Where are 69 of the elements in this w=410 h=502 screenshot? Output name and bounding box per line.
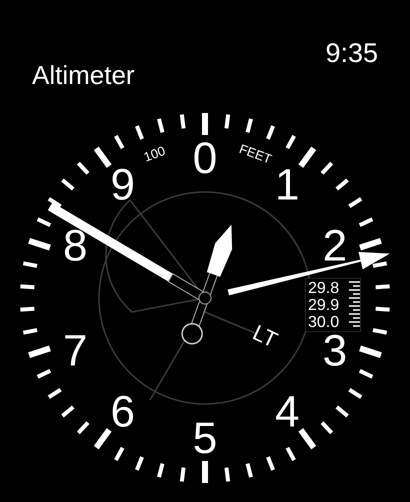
scale-tick xyxy=(372,328,388,335)
scale-tick xyxy=(202,113,208,135)
scale-tick xyxy=(94,146,112,168)
center-pivot xyxy=(198,291,212,305)
scale-tick xyxy=(246,118,253,133)
scale-tick xyxy=(348,388,362,399)
scale-tick xyxy=(76,162,90,175)
altitude-label: LT xyxy=(249,320,282,353)
scale-tick xyxy=(94,428,112,450)
scale-tick xyxy=(335,178,349,191)
scale-tick xyxy=(202,461,208,483)
dial-number: 8 xyxy=(62,222,88,271)
scale-tick xyxy=(28,346,51,358)
scale-tick xyxy=(359,238,382,250)
scale-tick xyxy=(376,284,390,290)
scale-tick xyxy=(359,346,382,358)
scale-tick xyxy=(224,114,230,129)
scale-tick xyxy=(135,456,144,471)
app-title: Altimeter xyxy=(32,60,135,91)
scale-tick xyxy=(157,118,164,133)
scale-tick xyxy=(372,261,388,268)
baro-ruler-drawing xyxy=(349,281,360,327)
dial-number: 7 xyxy=(62,326,88,376)
scale-tick xyxy=(224,467,230,482)
scale-tick xyxy=(157,463,164,478)
scale-tick xyxy=(286,446,296,462)
scale-tick xyxy=(376,306,390,312)
dial-number: 9 xyxy=(110,160,135,210)
scale-tick xyxy=(28,238,51,250)
scale-tick xyxy=(320,421,334,434)
baro-window xyxy=(305,278,361,332)
scale-tick xyxy=(36,217,52,227)
scale-tick xyxy=(348,197,362,208)
scale-tick xyxy=(320,162,334,175)
dial-number: 4 xyxy=(275,387,300,436)
scale-tick xyxy=(266,125,275,140)
scale-tick xyxy=(298,428,316,450)
scale-tick xyxy=(180,467,186,482)
scale-tick xyxy=(135,125,144,140)
dial-number: 1 xyxy=(275,160,300,210)
scale-tick xyxy=(48,388,62,399)
scale-tick xyxy=(335,405,349,418)
scale-tick xyxy=(20,306,34,312)
scale-tick xyxy=(180,114,186,129)
scale-tick xyxy=(286,134,296,150)
scale-tick xyxy=(22,261,38,268)
scale-tick xyxy=(358,217,374,227)
scale-tick xyxy=(114,446,124,462)
scale-tick xyxy=(20,284,34,290)
clock-time: 9:35 xyxy=(325,38,378,69)
scale-tick xyxy=(358,369,374,379)
scale-tick xyxy=(298,146,316,168)
baro-reading: 29.8 xyxy=(308,280,340,297)
scale-tick xyxy=(61,405,75,418)
scale-tick xyxy=(76,421,90,434)
scale-tick xyxy=(22,328,38,335)
scale-tick xyxy=(36,369,52,379)
scale-label: 100 xyxy=(142,143,168,165)
baro-reading: 29.9 xyxy=(308,297,340,314)
scale-tick xyxy=(266,456,275,471)
dial-number: 6 xyxy=(110,387,135,436)
scale-tick xyxy=(114,134,124,150)
scale-tick xyxy=(48,197,62,208)
scale-tick xyxy=(246,463,253,478)
unit-label: FEET xyxy=(237,141,274,166)
dial-number: 5 xyxy=(192,414,218,463)
scale-tick xyxy=(61,178,75,191)
dial-number: 0 xyxy=(192,134,218,183)
dial-number: 2 xyxy=(322,222,348,271)
